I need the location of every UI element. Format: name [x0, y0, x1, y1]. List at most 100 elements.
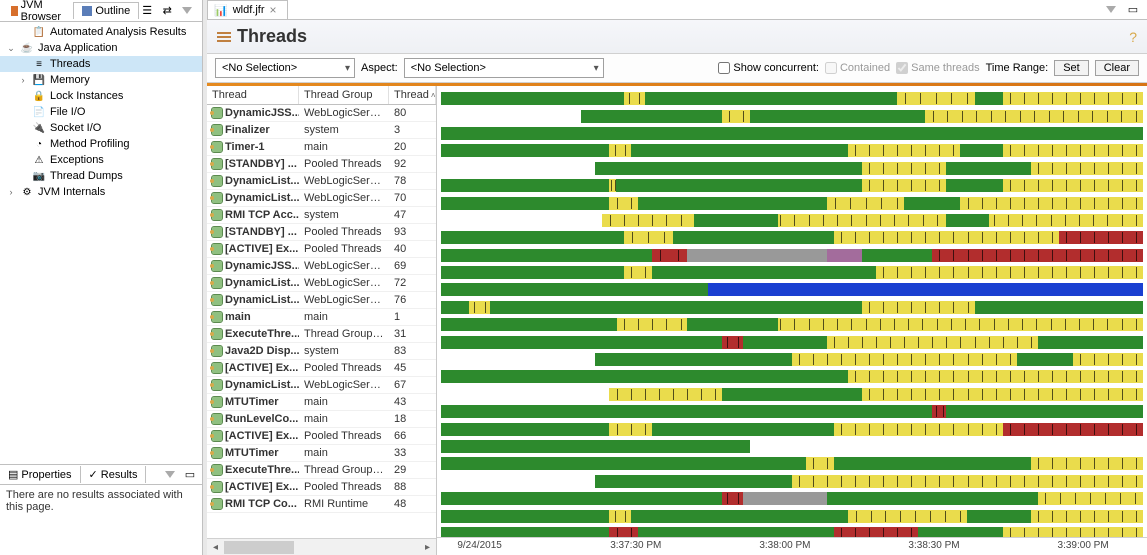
expand-arrow[interactable]: ⌄ [6, 43, 16, 54]
table-row[interactable]: DynamicList...WebLogicServer78 [207, 173, 436, 190]
maximize-icon[interactable]: ▭ [1125, 2, 1141, 18]
timeline-row[interactable] [441, 490, 1143, 507]
table-row[interactable]: RunLevelCo...main18 [207, 411, 436, 428]
table-row[interactable]: DynamicJSS...WebLogicServer69 [207, 258, 436, 275]
timeline-row[interactable] [441, 90, 1143, 107]
maximize-icon[interactable]: ▭ [182, 467, 198, 483]
clear-button[interactable]: Clear [1095, 60, 1139, 76]
table-row[interactable]: [ACTIVE] Ex...Pooled Threads88 [207, 479, 436, 496]
tree-memory[interactable]: ›💾Memory [0, 72, 202, 88]
tab-properties[interactable]: ▤Properties [0, 466, 81, 483]
tree-method[interactable]: ◔Method Profiling [0, 136, 202, 152]
timeline-row[interactable] [441, 316, 1143, 333]
col-count[interactable]: Thread˄ [389, 86, 436, 104]
table-row[interactable]: DynamicList...WebLogicServer67 [207, 377, 436, 394]
timeline-row[interactable] [441, 194, 1143, 211]
outline-tree[interactable]: 📋Automated Analysis Results ⌄☕Java Appli… [0, 22, 202, 464]
toolbar-icon-1[interactable]: ☰ [139, 3, 155, 19]
thread-icon [212, 295, 222, 305]
toolbar-icon-2[interactable]: ⇄ [159, 3, 175, 19]
tree-threads[interactable]: ≡Threads [0, 56, 202, 72]
timeline-row[interactable] [441, 438, 1143, 455]
table-row[interactable]: ExecuteThre...Thread Group f...29 [207, 462, 436, 479]
table-row[interactable]: [ACTIVE] Ex...Pooled Threads66 [207, 428, 436, 445]
tree-fileio[interactable]: 📄File I/O [0, 104, 202, 120]
table-row[interactable]: MTUTimermain43 [207, 394, 436, 411]
timeline-row[interactable] [441, 160, 1143, 177]
timeline-row[interactable] [441, 299, 1143, 316]
tree-java-app[interactable]: ⌄☕Java Application [0, 40, 202, 56]
tab-results[interactable]: ✓Results [81, 466, 147, 483]
set-button[interactable]: Set [1054, 60, 1089, 76]
expand-arrow[interactable]: › [6, 187, 16, 197]
contained-check[interactable]: Contained [825, 62, 890, 74]
tab-outline[interactable]: Outline [73, 2, 139, 19]
table-row[interactable]: DynamicList...WebLogicServer72 [207, 275, 436, 292]
jvm-icon: ⚙ [20, 185, 34, 199]
scroll-thumb[interactable] [224, 541, 294, 554]
timeline-row[interactable] [441, 125, 1143, 142]
table-row[interactable]: [STANDBY] ...Pooled Threads93 [207, 224, 436, 241]
minimize-icon[interactable] [1103, 2, 1119, 18]
timeline-row[interactable] [441, 507, 1143, 524]
thread-icon [212, 278, 222, 288]
same-threads-check[interactable]: Same threads [896, 62, 979, 74]
thread-timeline[interactable] [437, 86, 1147, 537]
timeline-row[interactable] [441, 473, 1143, 490]
scroll-left[interactable]: ◂ [207, 542, 224, 553]
table-row[interactable]: [ACTIVE] Ex...Pooled Threads40 [207, 241, 436, 258]
tree-exceptions[interactable]: ⚠Exceptions [0, 152, 202, 168]
timeline-row[interactable] [441, 247, 1143, 264]
tree-automated[interactable]: 📋Automated Analysis Results [0, 24, 202, 40]
tree-socketio[interactable]: 🔌Socket I/O [0, 120, 202, 136]
timeline-row[interactable] [441, 351, 1143, 368]
tree-jvm-internals[interactable]: ›⚙JVM Internals [0, 184, 202, 200]
timeline-row[interactable] [441, 142, 1143, 159]
table-row[interactable]: RMI TCP Co...RMI Runtime48 [207, 496, 436, 513]
table-row[interactable]: Java2D Disp...system83 [207, 343, 436, 360]
help-icon[interactable]: ? [1129, 29, 1137, 45]
filter-combo[interactable]: <No Selection> [215, 58, 355, 78]
table-row[interactable]: DynamicJSS...WebLogicServer80 [207, 105, 436, 122]
timeline-row[interactable] [441, 525, 1143, 537]
table-row[interactable]: DynamicList...WebLogicServer70 [207, 190, 436, 207]
timeline-row[interactable] [441, 281, 1143, 298]
timeline-row[interactable] [441, 368, 1143, 385]
col-group[interactable]: Thread Group [299, 86, 389, 104]
timeline-row[interactable] [441, 264, 1143, 281]
table-row[interactable]: DynamicList...WebLogicServer76 [207, 292, 436, 309]
table-row[interactable]: ExecuteThre...Thread Group f...31 [207, 326, 436, 343]
tree-tdumps[interactable]: 📷Thread Dumps [0, 168, 202, 184]
table-row[interactable]: mainmain1 [207, 309, 436, 326]
table-row[interactable]: MTUTimermain33 [207, 445, 436, 462]
timeline-row[interactable] [441, 212, 1143, 229]
tree-lock[interactable]: 🔒Lock Instances [0, 88, 202, 104]
timeline-row[interactable] [441, 177, 1143, 194]
hscrollbar[interactable]: ◂ ▸ [207, 538, 436, 555]
table-row[interactable]: [ACTIVE] Ex...Pooled Threads45 [207, 360, 436, 377]
table-body[interactable]: DynamicJSS...WebLogicServer80Finalizersy… [207, 105, 436, 538]
minimize-icon[interactable] [162, 467, 178, 483]
timeline-row[interactable] [441, 229, 1143, 246]
table-row[interactable]: Finalizersystem3 [207, 122, 436, 139]
table-row[interactable]: [STANDBY] ...Pooled Threads92 [207, 156, 436, 173]
col-thread[interactable]: Thread [207, 86, 299, 104]
table-row[interactable]: Timer-1main20 [207, 139, 436, 156]
timeline-row[interactable] [441, 333, 1143, 350]
results-icon: ✓ [89, 468, 98, 481]
timeline-row[interactable] [441, 420, 1143, 437]
close-icon[interactable]: × [269, 3, 276, 17]
table-row[interactable]: RMI TCP Acc...system47 [207, 207, 436, 224]
aspect-combo[interactable]: <No Selection> [404, 58, 604, 78]
timeline-row[interactable] [441, 386, 1143, 403]
expand-arrow[interactable]: › [18, 75, 28, 85]
scroll-right[interactable]: ▸ [419, 542, 436, 553]
thread-icon [212, 499, 222, 509]
minimize-icon[interactable] [179, 3, 195, 19]
timeline-row[interactable] [441, 403, 1143, 420]
timeline-row[interactable] [441, 455, 1143, 472]
results-body: There are no results associated with thi… [0, 485, 202, 555]
show-concurrent-check[interactable]: Show concurrent: [718, 62, 819, 74]
timeline-row[interactable] [441, 107, 1143, 124]
editor-tab[interactable]: 📊 wldf.jfr × [207, 0, 288, 19]
